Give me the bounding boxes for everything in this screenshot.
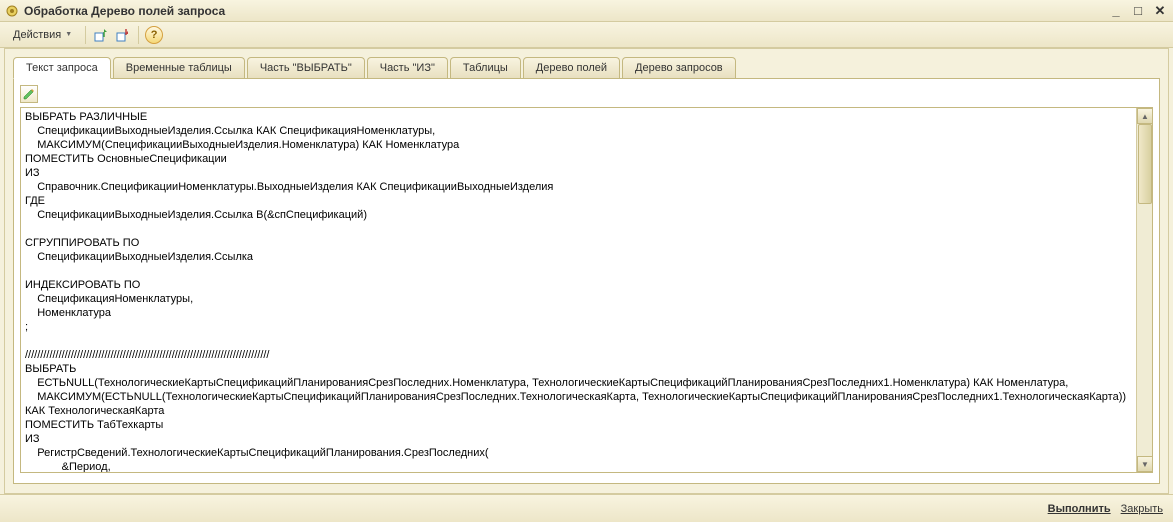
toolbar-separator [138, 26, 139, 44]
edit-button[interactable] [20, 85, 38, 103]
query-text-container: ВЫБРАТЬ РАЗЛИЧНЫЕ СпецификацииВыходныеИз… [20, 107, 1153, 473]
window-controls: _ □ ✕ [1107, 3, 1169, 19]
vertical-scrollbar[interactable]: ▲ ▼ [1136, 108, 1152, 472]
actions-menu-button[interactable]: Действия ▼ [6, 25, 79, 45]
panel-toolbar [20, 85, 1153, 103]
tab-from-part[interactable]: Часть "ИЗ" [367, 57, 448, 78]
tab-query-tree[interactable]: Дерево запросов [622, 57, 736, 78]
tab-select-part[interactable]: Часть "ВЫБРАТЬ" [247, 57, 365, 78]
tab-field-tree[interactable]: Дерево полей [523, 57, 620, 78]
footer: Выполнить Закрыть [0, 494, 1173, 522]
tab-query-text[interactable]: Текст запроса [13, 57, 111, 79]
import-icon[interactable] [92, 26, 110, 44]
query-text-view[interactable]: ВЫБРАТЬ РАЗЛИЧНЫЕ СпецификацииВыходныеИз… [21, 108, 1136, 472]
scroll-down-button[interactable]: ▼ [1137, 456, 1153, 472]
export-icon[interactable] [114, 26, 132, 44]
toolbar-separator [85, 26, 86, 44]
tab-temp-tables[interactable]: Временные таблицы [113, 57, 245, 78]
actions-label: Действия [13, 29, 61, 41]
main-toolbar: Действия ▼ ? [0, 22, 1173, 48]
tabs-row: Текст запроса Временные таблицы Часть "В… [13, 57, 1160, 78]
tab-panel: ВЫБРАТЬ РАЗЛИЧНЫЕ СпецификацииВыходныеИз… [13, 78, 1160, 484]
close-link[interactable]: Закрыть [1121, 503, 1163, 515]
window-titlebar: Обработка Дерево полей запроса _ □ ✕ [0, 0, 1173, 22]
tab-tables[interactable]: Таблицы [450, 57, 521, 78]
scroll-thumb[interactable] [1138, 124, 1152, 204]
maximize-button[interactable]: □ [1129, 3, 1147, 19]
app-icon [4, 3, 20, 19]
execute-button[interactable]: Выполнить [1048, 503, 1111, 515]
chevron-down-icon: ▼ [65, 31, 72, 38]
content-area: Текст запроса Временные таблицы Часть "В… [4, 48, 1169, 494]
window-title: Обработка Дерево полей запроса [24, 4, 1107, 18]
minimize-button[interactable]: _ [1107, 3, 1125, 19]
help-icon[interactable]: ? [145, 26, 163, 44]
close-button[interactable]: ✕ [1151, 3, 1169, 19]
scroll-up-button[interactable]: ▲ [1137, 108, 1153, 124]
